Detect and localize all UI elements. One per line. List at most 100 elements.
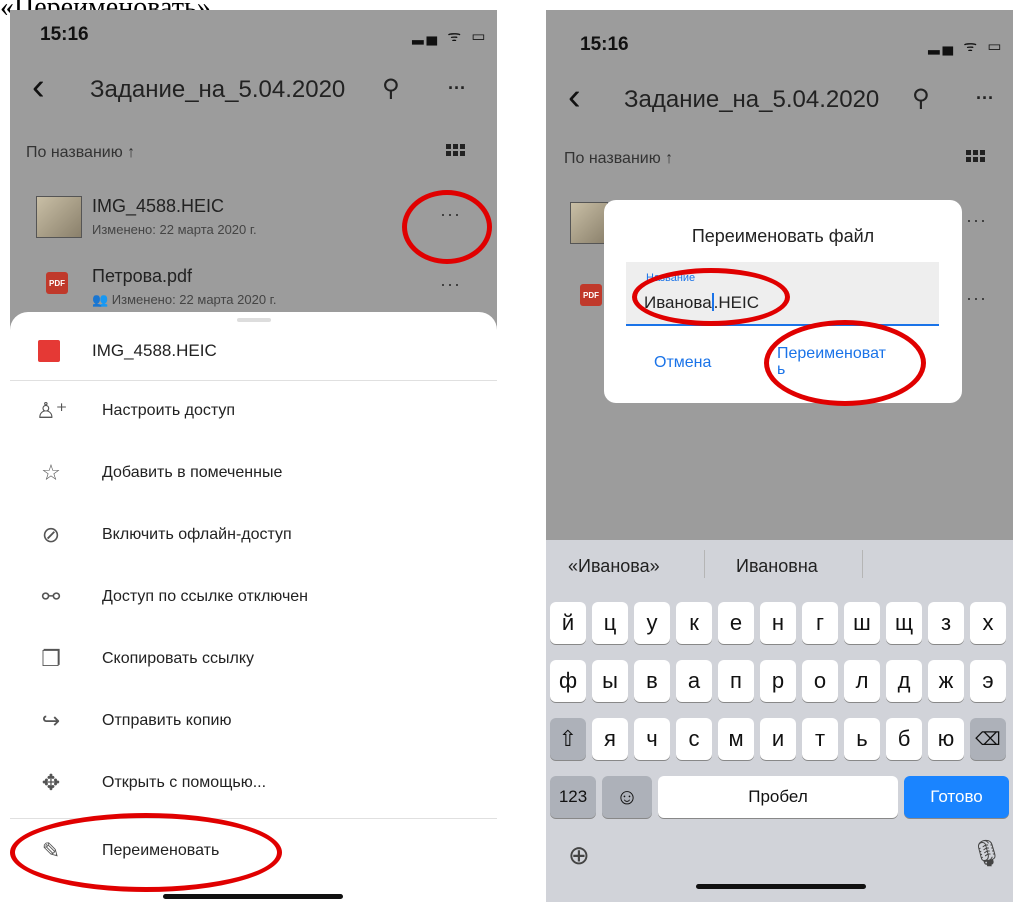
key[interactable]: л — [844, 660, 880, 702]
numbers-key[interactable]: 123 — [550, 776, 596, 818]
rename-confirm-line2: ь — [777, 361, 786, 378]
key[interactable]: щ — [886, 602, 922, 644]
bottom-sheet: IMG_4588.HEIC ♙⁺ Настроить доступ ☆ Доба… — [10, 312, 497, 902]
sort-label[interactable]: По названию ↑ — [564, 150, 673, 168]
suggestion-divider — [862, 550, 863, 578]
file-more-icon[interactable]: ··· — [440, 204, 461, 225]
menu-item-send-copy[interactable]: ↪ Отправить копию — [10, 692, 497, 754]
microphone-icon[interactable]: 🎙 — [970, 838, 1003, 869]
emoji-key-icon[interactable]: ☺ — [602, 776, 652, 818]
globe-icon[interactable]: ⊕ — [568, 840, 590, 871]
rename-dialog: Переименовать файл Название Иванова .HEIC… — [604, 200, 962, 403]
star-icon: ☆ — [41, 460, 61, 485]
key[interactable]: ц — [592, 602, 628, 644]
key[interactable]: ю — [928, 718, 964, 760]
menu-item-link-access[interactable]: ⚯ Доступ по ссылке отключен — [10, 568, 497, 630]
field-value[interactable]: Иванова .HEIC — [644, 293, 759, 313]
menu-item-star[interactable]: ☆ Добавить в помеченные — [10, 444, 497, 506]
menu-item-label: Включить офлайн-доступ — [102, 526, 292, 543]
phone-right-screen: 15:16 ▂▄ ᯤ ▭ ‹ Задание_на_5.04.2020 ⚲ ··… — [546, 10, 1013, 902]
key[interactable]: й — [550, 602, 586, 644]
rename-input[interactable]: Название Иванова .HEIC — [626, 262, 939, 326]
status-time: 15:16 — [580, 34, 629, 55]
key[interactable]: ш — [844, 602, 880, 644]
menu-item-copy-link[interactable]: ❐ Скопировать ссылку — [10, 630, 497, 692]
file-row[interactable]: IMG_4588.HEIC Изменено: 22 марта 2020 г.… — [10, 190, 497, 250]
key[interactable]: д — [886, 660, 922, 702]
key[interactable]: т — [802, 718, 838, 760]
key[interactable]: г — [802, 602, 838, 644]
person-add-icon: ♙⁺ — [36, 398, 68, 423]
key[interactable]: р — [760, 660, 796, 702]
key[interactable]: ь — [844, 718, 880, 760]
suggestion-2[interactable]: Ивановна — [736, 556, 818, 577]
key[interactable]: з — [928, 602, 964, 644]
suggestion-1[interactable]: «Иванова» — [568, 556, 660, 577]
key[interactable]: н — [760, 602, 796, 644]
sheet-header: IMG_4588.HEIC — [10, 328, 497, 381]
menu-item-label: Настроить доступ — [102, 402, 236, 419]
rename-confirm-line1: Переименоват — [777, 345, 886, 362]
key[interactable]: и — [760, 718, 796, 760]
key[interactable]: б — [886, 718, 922, 760]
sort-label[interactable]: По названию ↑ — [26, 144, 135, 162]
backspace-key-icon[interactable]: ⌫ — [970, 718, 1006, 760]
menu-item-label: Скопировать ссылку — [102, 650, 255, 667]
search-icon[interactable]: ⚲ — [382, 74, 400, 103]
key[interactable]: е — [718, 602, 754, 644]
rename-confirm-button[interactable]: Переименоват ь — [777, 346, 886, 378]
key[interactable]: ф — [550, 660, 586, 702]
sheet-handle[interactable] — [237, 318, 271, 322]
file-more-icon[interactable]: ··· — [440, 274, 461, 295]
more-options-icon[interactable]: ··· — [976, 88, 994, 109]
cancel-button[interactable]: Отмена — [654, 354, 711, 372]
key[interactable]: о — [802, 660, 838, 702]
pdf-icon: PDF — [580, 284, 602, 306]
shift-key-icon[interactable]: ⇧ — [550, 718, 586, 760]
key[interactable]: в — [634, 660, 670, 702]
key[interactable]: э — [970, 660, 1006, 702]
menu-item-label: Доступ по ссылке отключен — [102, 588, 309, 605]
copy-icon: ❐ — [41, 646, 61, 671]
back-arrow-icon[interactable]: ‹ — [32, 68, 45, 106]
menu-item-offline[interactable]: ⊘ Включить офлайн-доступ — [10, 506, 497, 568]
done-key[interactable]: Готово — [904, 776, 1009, 818]
home-indicator — [163, 894, 343, 899]
key[interactable]: м — [718, 718, 754, 760]
menu-item-rename[interactable]: ✎ Переименовать — [10, 822, 497, 884]
key[interactable]: а — [676, 660, 712, 702]
search-icon[interactable]: ⚲ — [912, 84, 930, 113]
key[interactable]: ж — [928, 660, 964, 702]
share-arrow-icon: ↪ — [41, 708, 61, 733]
grid-view-icon[interactable] — [446, 144, 465, 156]
status-icons: ▂▄ ᯤ ▭ — [412, 28, 489, 45]
home-indicator — [696, 884, 866, 889]
key[interactable]: ч — [634, 718, 670, 760]
status-time: 15:16 — [40, 24, 89, 45]
menu-item-label: Открыть с помощью... — [102, 774, 267, 791]
key[interactable]: к — [676, 602, 712, 644]
space-key[interactable]: Пробел — [658, 776, 898, 818]
file-name: Петрова.pdf — [92, 266, 193, 286]
file-more-icon[interactable]: ··· — [966, 210, 987, 231]
field-value-ext: .HEIC — [713, 293, 759, 312]
key[interactable]: с — [676, 718, 712, 760]
file-row[interactable]: PDF Петрова.pdf 👥 Изменено: 22 марта 202… — [10, 260, 497, 312]
file-thumbnail — [36, 196, 82, 238]
key[interactable]: п — [718, 660, 754, 702]
open-with-icon: ✥ — [41, 770, 61, 795]
menu-divider — [10, 818, 497, 819]
key[interactable]: я — [592, 718, 628, 760]
menu-item-open-with[interactable]: ✥ Открыть с помощью... — [10, 754, 497, 816]
more-options-icon[interactable]: ··· — [448, 78, 466, 99]
status-icons: ▂▄ ᯤ ▭ — [928, 38, 1005, 55]
file-more-icon[interactable]: ··· — [966, 288, 987, 309]
menu-item-share[interactable]: ♙⁺ Настроить доступ — [10, 382, 497, 444]
grid-view-icon[interactable] — [966, 150, 985, 162]
key[interactable]: у — [634, 602, 670, 644]
file-meta: 👥 Изменено: 22 марта 2020 г. — [92, 292, 277, 307]
field-label: Название — [646, 272, 696, 284]
back-arrow-icon[interactable]: ‹ — [568, 78, 581, 116]
key[interactable]: х — [970, 602, 1006, 644]
key[interactable]: ы — [592, 660, 628, 702]
